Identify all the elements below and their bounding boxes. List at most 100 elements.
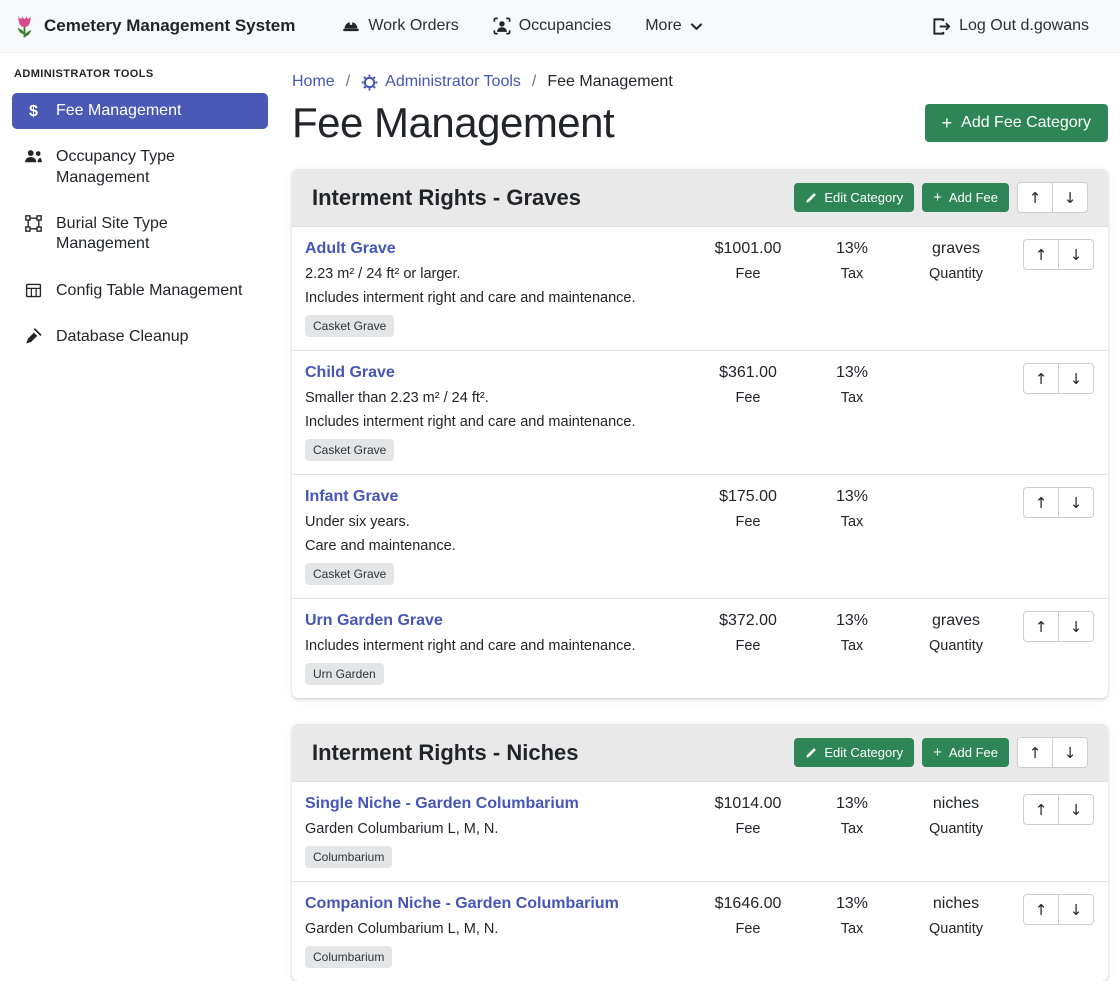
fee-amount-label: Fee (696, 514, 800, 530)
fee-reorder-group: ↑ ↓ (1023, 238, 1094, 270)
breadcrumb-admin-tools-link[interactable]: Administrator Tools (361, 73, 521, 91)
category-reorder-group: ↑ ↓ (1017, 737, 1088, 768)
move-fee-down-button[interactable]: ↓ (1058, 894, 1094, 925)
fee-tax-label: Tax (800, 390, 904, 406)
arrow-up-icon: ↑ (1035, 901, 1048, 919)
nav-more-label: More (645, 17, 681, 35)
sidebar-item-label: Database Cleanup (56, 327, 189, 347)
fee-tax-label: Tax (800, 921, 904, 937)
add-fee-button[interactable]: + Add Fee (922, 183, 1009, 212)
fee-quantity-column (904, 486, 1008, 488)
fee-name-link[interactable]: Child Grave (305, 364, 395, 382)
fee-amount: $361.00 (696, 364, 800, 382)
sidebar-item-occupancy-type-management[interactable]: Occupancy Type Management (12, 139, 268, 196)
fee-tax-column: 13% Tax (800, 362, 904, 406)
move-fee-up-button[interactable]: ↑ (1023, 611, 1059, 642)
fee-quantity-label: Quantity (904, 821, 1008, 837)
fee-description: Garden Columbarium L, M, N. (305, 921, 690, 937)
nav-more[interactable]: More (645, 17, 702, 35)
fee-description: Under six years. (305, 514, 690, 530)
arrow-down-icon: ↓ (1070, 370, 1083, 388)
move-fee-up-button[interactable]: ↑ (1023, 363, 1059, 394)
add-fee-button[interactable]: + Add Fee (922, 738, 1009, 767)
fee-amount-label: Fee (696, 266, 800, 282)
category-title: Interment Rights - Graves (312, 185, 786, 211)
app-brand: Cemetery Management System (14, 13, 295, 40)
plus-icon: + (933, 192, 942, 204)
nav-work-orders[interactable]: Work Orders (342, 17, 458, 35)
move-fee-up-button[interactable]: ↑ (1023, 894, 1059, 925)
fee-name-link[interactable]: Companion Niche - Garden Columbarium (305, 895, 619, 913)
arrow-down-icon: ↓ (1064, 744, 1077, 762)
move-fee-down-button[interactable]: ↓ (1058, 611, 1094, 642)
fee-row: Single Niche - Garden Columbarium Garden… (292, 781, 1108, 881)
fee-amount-column: $1014.00 Fee (696, 793, 800, 837)
fee-quantity-label: Quantity (904, 921, 1008, 937)
fee-reorder-group: ↑ ↓ (1023, 486, 1094, 518)
arrow-up-icon: ↑ (1029, 744, 1042, 762)
move-fee-down-button[interactable]: ↓ (1058, 794, 1094, 825)
fee-quantity: graves (904, 240, 1008, 258)
move-category-up-button[interactable]: ↑ (1017, 737, 1053, 768)
breadcrumb-admin-tools-label: Administrator Tools (385, 73, 521, 91)
fee-tax-column: 13% Tax (800, 610, 904, 654)
gear-icon (361, 74, 378, 91)
vector-square-icon (24, 215, 43, 232)
fee-row: Child Grave Smaller than 2.23 m² / 24 ft… (292, 350, 1108, 474)
fee-quantity-column: niches Quantity (904, 893, 1008, 937)
arrow-up-icon: ↑ (1029, 189, 1042, 207)
fee-row: Adult Grave 2.23 m² / 24 ft² or larger. … (292, 226, 1108, 350)
move-fee-down-button[interactable]: ↓ (1058, 239, 1094, 270)
move-category-down-button[interactable]: ↓ (1052, 737, 1088, 768)
fee-tax-column: 13% Tax (800, 486, 904, 530)
move-fee-down-button[interactable]: ↓ (1058, 363, 1094, 394)
sidebar-item-burial-site-type-management[interactable]: Burial Site Type Management (12, 206, 268, 263)
nav-occupancies[interactable]: Occupancies (493, 17, 612, 35)
arrow-down-icon: ↓ (1064, 189, 1077, 207)
pencil-icon (805, 192, 817, 204)
move-fee-up-button[interactable]: ↑ (1023, 239, 1059, 270)
sidebar-item-database-cleanup[interactable]: Database Cleanup (12, 319, 268, 355)
fee-name-link[interactable]: Infant Grave (305, 488, 398, 506)
move-fee-down-button[interactable]: ↓ (1058, 487, 1094, 518)
page-title: Fee Management (292, 99, 614, 147)
move-category-up-button[interactable]: ↑ (1017, 182, 1053, 213)
move-category-down-button[interactable]: ↓ (1052, 182, 1088, 213)
admin-tools-sidebar: ADMINISTRATOR TOOLS $ Fee Management Occ… (0, 53, 280, 939)
add-fee-category-button[interactable]: + Add Fee Category (925, 104, 1108, 142)
fee-type-badge: Columbarium (305, 846, 392, 868)
move-fee-up-button[interactable]: ↑ (1023, 487, 1059, 518)
fee-type-badge: Casket Grave (305, 563, 394, 585)
edit-category-button[interactable]: Edit Category (794, 738, 914, 767)
nav-occupancies-label: Occupancies (519, 17, 612, 35)
tulip-logo-icon (14, 13, 35, 40)
sidebar-item-label: Occupancy Type Management (56, 147, 256, 188)
fee-name-link[interactable]: Urn Garden Grave (305, 612, 443, 630)
dollar-icon: $ (24, 102, 43, 121)
fee-name-link[interactable]: Single Niche - Garden Columbarium (305, 795, 579, 813)
breadcrumb-home-link[interactable]: Home (292, 73, 335, 91)
plus-icon: + (933, 747, 942, 759)
person-bounding-box-icon (493, 17, 511, 35)
logout-link[interactable]: Log Out d.gowans (932, 17, 1089, 36)
fee-amount-column: $1001.00 Fee (696, 238, 800, 282)
arrow-down-icon: ↓ (1070, 618, 1083, 636)
sidebar-heading: ADMINISTRATOR TOOLS (14, 68, 266, 80)
fee-description: Garden Columbarium L, M, N. (305, 821, 690, 837)
fee-name-link[interactable]: Adult Grave (305, 240, 396, 258)
sidebar-item-fee-management[interactable]: $ Fee Management (12, 93, 268, 129)
fee-amount-column: $361.00 Fee (696, 362, 800, 406)
fee-description: Includes interment right and care and ma… (305, 414, 690, 430)
fee-quantity-column: niches Quantity (904, 793, 1008, 837)
fee-tax-label: Tax (800, 266, 904, 282)
edit-category-button[interactable]: Edit Category (794, 183, 914, 212)
fee-reorder-group: ↑ ↓ (1023, 610, 1094, 642)
fee-tax: 13% (800, 240, 904, 258)
move-fee-up-button[interactable]: ↑ (1023, 794, 1059, 825)
fee-reorder-group: ↑ ↓ (1023, 362, 1094, 394)
fee-tax-column: 13% Tax (800, 238, 904, 282)
table-icon (24, 282, 43, 299)
sidebar-item-config-table-management[interactable]: Config Table Management (12, 273, 268, 309)
fee-amount: $1001.00 (696, 240, 800, 258)
fee-reorder-group: ↑ ↓ (1023, 893, 1094, 925)
